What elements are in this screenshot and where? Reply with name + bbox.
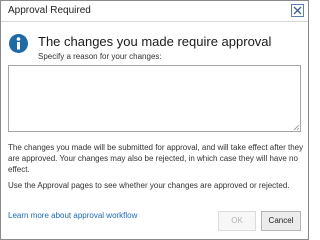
approval-pages-text: Use the Approval pages to see whether yo…: [8, 181, 290, 190]
learn-more-link[interactable]: Learn more about approval workflow: [8, 211, 137, 220]
cancel-button[interactable]: Cancel: [261, 211, 301, 231]
approval-info-text: The changes you made will be submitted f…: [8, 143, 304, 174]
reason-textarea[interactable]: [8, 65, 301, 132]
approval-dialog: Approval Required The changes you made r…: [0, 0, 309, 240]
reason-prompt: Specify a reason for your changes:: [38, 52, 162, 61]
ok-button[interactable]: OK: [218, 211, 256, 231]
close-button[interactable]: [291, 4, 304, 17]
close-icon: [293, 6, 302, 15]
dialog-titlebar: Approval Required: [1, 1, 308, 22]
dialog-heading: The changes you made require approval: [38, 34, 272, 49]
dialog-title: Approval Required: [8, 5, 91, 16]
info-icon: [9, 34, 28, 53]
